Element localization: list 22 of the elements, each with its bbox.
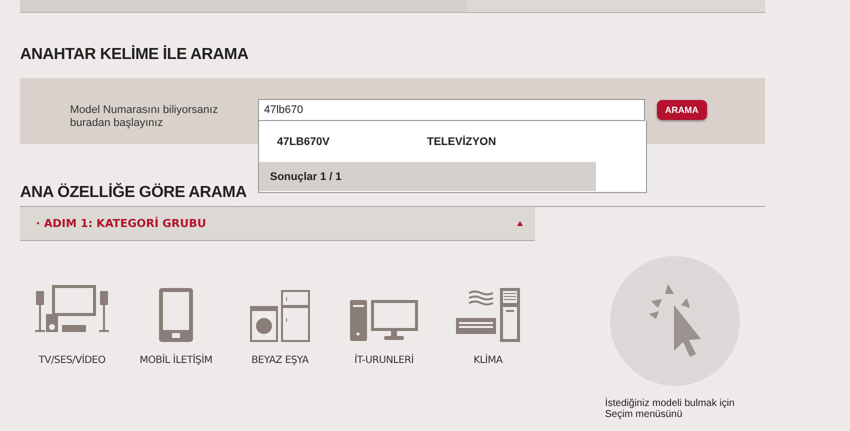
search-button[interactable]: ARAMA: [657, 100, 706, 120]
step-header[interactable]: · ADIM 1: KATEGORİ GRUBU: [20, 207, 535, 241]
section-heading: ANAHTAR KELİME İLE ARAMA: [20, 46, 250, 65]
category-item[interactable]: KLİMA: [436, 275, 540, 366]
washer-fridge-icon: [249, 289, 311, 343]
phone-icon: [158, 287, 194, 343]
category-item[interactable]: MOBİL İLETİŞİM: [124, 275, 228, 366]
cursor-click-icon: [610, 256, 740, 386]
category-item[interactable]: TV/SES/VİDEO: [20, 275, 124, 366]
results-count: Sonuçlar 1 / 1: [259, 162, 596, 191]
hint-text: İstediğiniz modeli bulmak için: [605, 398, 736, 409]
computer-icon: [349, 299, 419, 343]
section-heading: ANA ÖZELLİĞE GÖRE ARAMA: [20, 184, 248, 203]
search-label: Model Numarasını biliyorsanız buradan başlayınız: [70, 104, 219, 130]
hint-text: Seçim menüsünü: [605, 409, 684, 420]
suggestion-category: TELEVİZYON: [427, 136, 496, 148]
suggestion-model[interactable]: 47LB670V: [259, 136, 427, 148]
category-item[interactable]: BEYAZ EŞYA: [228, 275, 332, 366]
step-label: · ADIM 1: KATEGORİ GRUBU: [36, 217, 206, 230]
category-item[interactable]: İT-URUNLERİ: [332, 275, 436, 366]
air-conditioner-icon: [455, 287, 521, 343]
search-field[interactable]: 47lb670: [258, 99, 645, 121]
